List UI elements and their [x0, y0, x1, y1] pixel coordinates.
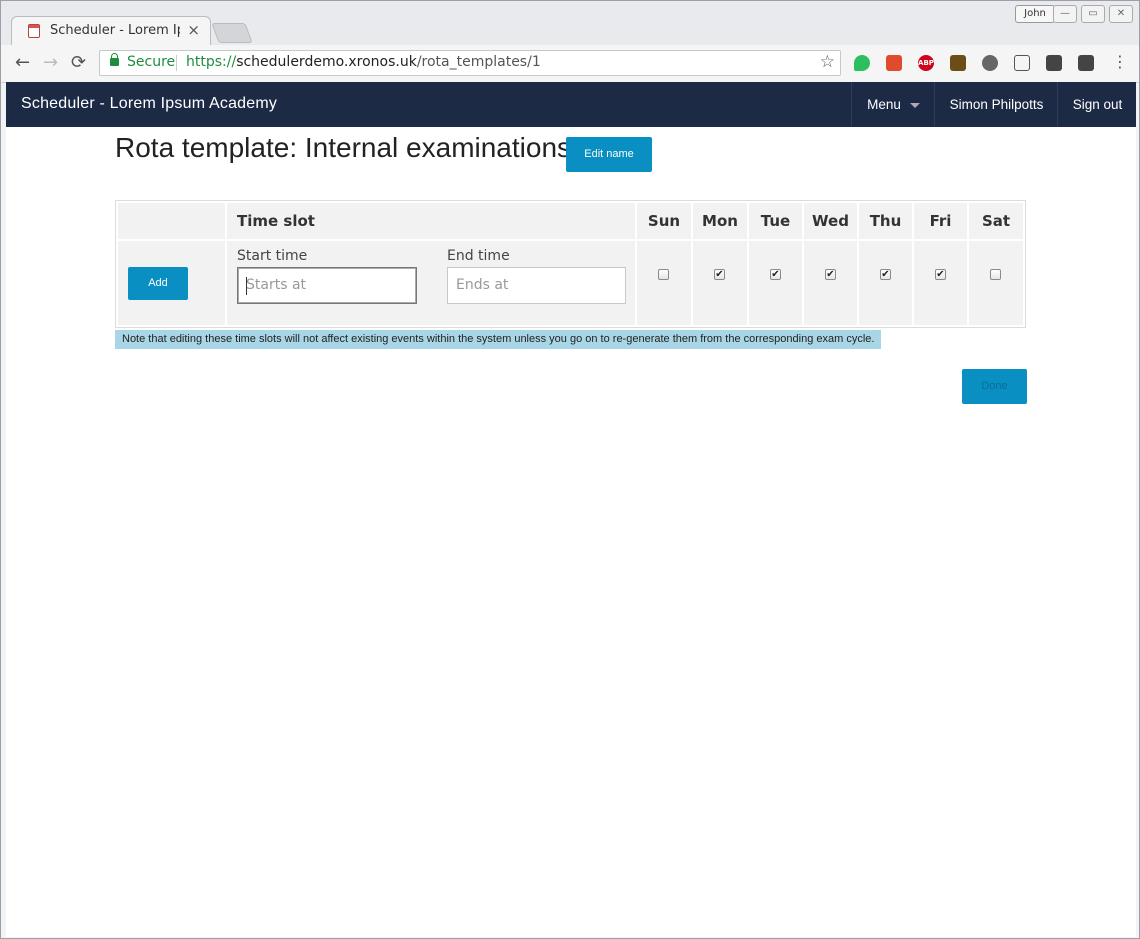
profile-button[interactable]: John: [1015, 5, 1055, 23]
minimize-button[interactable]: —: [1053, 5, 1077, 23]
day-header-thu: Thu: [859, 203, 912, 239]
house-icon[interactable]: [950, 55, 966, 71]
calendar-favicon-icon: [28, 24, 40, 38]
lock-icon: [110, 53, 119, 66]
tue-checkbox[interactable]: ✔: [770, 269, 781, 280]
day-cell-wed: ✔: [804, 241, 857, 325]
day-header-sun: Sun: [637, 203, 691, 239]
day-header-sat: Sat: [969, 203, 1023, 239]
wed-checkbox[interactable]: ✔: [825, 269, 836, 280]
header-blank-cell: [118, 203, 225, 239]
url-scheme: https://: [186, 54, 237, 70]
gnome-icon[interactable]: [982, 55, 998, 71]
user-name-link[interactable]: Simon Philpotts: [934, 82, 1058, 127]
start-time-input[interactable]: Starts at: [237, 267, 417, 304]
brand-title[interactable]: Scheduler - Lorem Ipsum Academy: [21, 95, 277, 113]
browser-tab[interactable]: Scheduler - Lorem Ipsum Academy ×: [11, 16, 211, 46]
time-slot-header: Time slot: [227, 203, 635, 239]
page-content: Scheduler - Lorem Ipsum Academy Menu Sim…: [6, 82, 1136, 937]
thu-checkbox[interactable]: ✔: [880, 269, 891, 280]
time-slot-table: Time slot Sun Mon Tue Wed Thu Fri Sat Ad…: [115, 200, 1026, 328]
menu-dropdown[interactable]: Menu: [851, 82, 935, 127]
app-navbar: Scheduler - Lorem Ipsum Academy Menu Sim…: [6, 82, 1136, 127]
day-cell-tue: ✔: [749, 241, 802, 325]
browser-menu-icon[interactable]: ⋮: [1112, 53, 1128, 71]
day-header-wed: Wed: [804, 203, 857, 239]
url-path: /rota_templates/1: [416, 54, 541, 70]
day-header-tue: Tue: [749, 203, 802, 239]
mon-checkbox[interactable]: ✔: [714, 269, 725, 280]
reload-icon[interactable]: ⟳: [71, 53, 86, 73]
fri-checkbox[interactable]: ✔: [935, 269, 946, 280]
menu-label: Menu: [867, 97, 901, 112]
done-button[interactable]: Done: [962, 369, 1027, 404]
browser-toolbar: ← → ⟳ Secure https://schedulerdemo.xrono…: [1, 45, 1139, 83]
sat-checkbox[interactable]: [990, 269, 1001, 280]
tab-close-icon[interactable]: ×: [187, 21, 200, 39]
day-cell-sat: [969, 241, 1023, 325]
day-header-fri: Fri: [914, 203, 967, 239]
day-cell-fri: ✔: [914, 241, 967, 325]
table-row-action-cell: Add: [118, 241, 225, 325]
security-label: Secure: [127, 54, 176, 70]
info-note: Note that editing these time slots will …: [115, 330, 882, 349]
evernote-icon[interactable]: [854, 55, 870, 71]
start-time-label: Start time: [237, 248, 308, 264]
maximize-button[interactable]: ▭: [1081, 5, 1105, 23]
day-cell-thu: ✔: [859, 241, 912, 325]
chevron-down-icon: [909, 102, 920, 108]
close-window-button[interactable]: ✕: [1109, 5, 1133, 23]
window-controls: — ▭ ✕: [1053, 5, 1133, 23]
tab-title: Scheduler - Lorem Ipsum Academy: [50, 23, 180, 38]
address-bar[interactable]: Secure https://schedulerdemo.xronos.uk/r…: [99, 50, 841, 76]
bookmark-star-icon[interactable]: ☆: [820, 52, 835, 72]
sign-out-link[interactable]: Sign out: [1057, 82, 1137, 127]
add-button[interactable]: Add: [128, 267, 188, 300]
end-time-input[interactable]: Ends at: [447, 267, 626, 304]
keep-icon[interactable]: [1046, 55, 1062, 71]
tab-strip: Scheduler - Lorem Ipsum Academy × John —…: [1, 1, 1139, 46]
end-time-label: End time: [447, 248, 510, 264]
day-cell-mon: ✔: [693, 241, 747, 325]
omnibox-divider: [176, 55, 177, 71]
url-host: schedulerdemo.xronos.uk: [236, 54, 417, 70]
sun-checkbox[interactable]: [658, 269, 669, 280]
mail-checker-icon[interactable]: [1078, 55, 1094, 71]
new-tab-button[interactable]: [211, 23, 253, 43]
adblock-plus-icon[interactable]: ABP: [918, 55, 934, 71]
cast-icon[interactable]: [1014, 55, 1030, 71]
back-icon[interactable]: ←: [15, 53, 30, 73]
table-row-time-cell: Start time Starts at End time Ends at: [227, 241, 635, 325]
day-header-mon: Mon: [693, 203, 747, 239]
edit-name-button[interactable]: Edit name: [566, 137, 652, 172]
day-cell-sun: [637, 241, 691, 325]
forward-icon[interactable]: →: [43, 53, 58, 73]
browser-window: Scheduler - Lorem Ipsum Academy × John —…: [0, 0, 1140, 939]
color-picker-icon[interactable]: [886, 55, 902, 71]
url-text: https://schedulerdemo.xronos.uk/rota_tem…: [186, 54, 541, 70]
page-title: Rota template: Internal examinations: [115, 132, 572, 163]
